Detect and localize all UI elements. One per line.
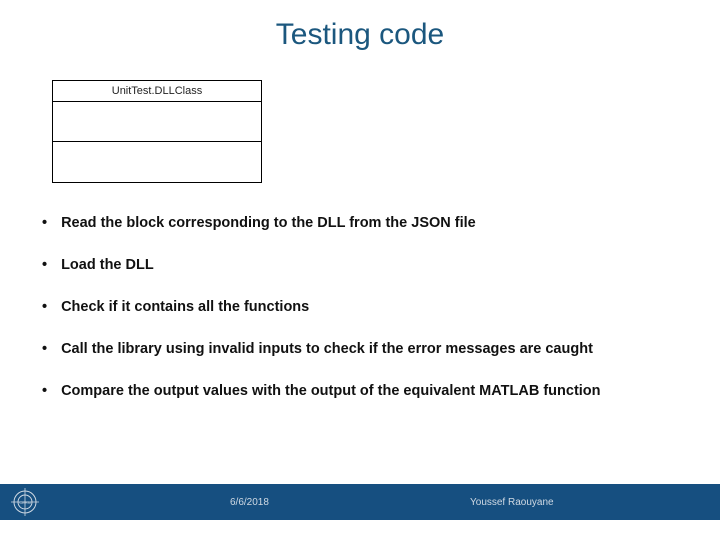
footer-bar: CERN 6/6/2018 Youssef Raouyane	[0, 484, 720, 520]
bullet-list: Read the block corresponding to the DLL …	[42, 215, 690, 425]
page-title: Testing code	[0, 0, 720, 52]
logo-text: CERN	[19, 500, 30, 505]
list-item: Compare the output values with the outpu…	[42, 383, 690, 399]
cern-logo-icon: CERN	[0, 488, 50, 516]
footer-author: Youssef Raouyane	[470, 497, 554, 508]
class-name: UnitTest.DLLClass	[53, 81, 261, 102]
bullet-text: Check if it contains all the functions	[61, 299, 309, 315]
list-item: Load the DLL	[42, 257, 690, 273]
bullet-text: Load the DLL	[61, 257, 154, 273]
footer-date: 6/6/2018	[230, 497, 269, 508]
class-attributes	[53, 102, 261, 142]
bullet-text: Read the block corresponding to the DLL …	[61, 215, 476, 231]
class-diagram: UnitTest.DLLClass	[52, 80, 262, 183]
list-item: Read the block corresponding to the DLL …	[42, 215, 690, 231]
list-item: Check if it contains all the functions	[42, 299, 690, 315]
class-methods	[53, 142, 261, 182]
bullet-text: Compare the output values with the outpu…	[61, 383, 600, 399]
list-item: Call the library using invalid inputs to…	[42, 341, 690, 357]
bullet-text: Call the library using invalid inputs to…	[61, 341, 593, 357]
